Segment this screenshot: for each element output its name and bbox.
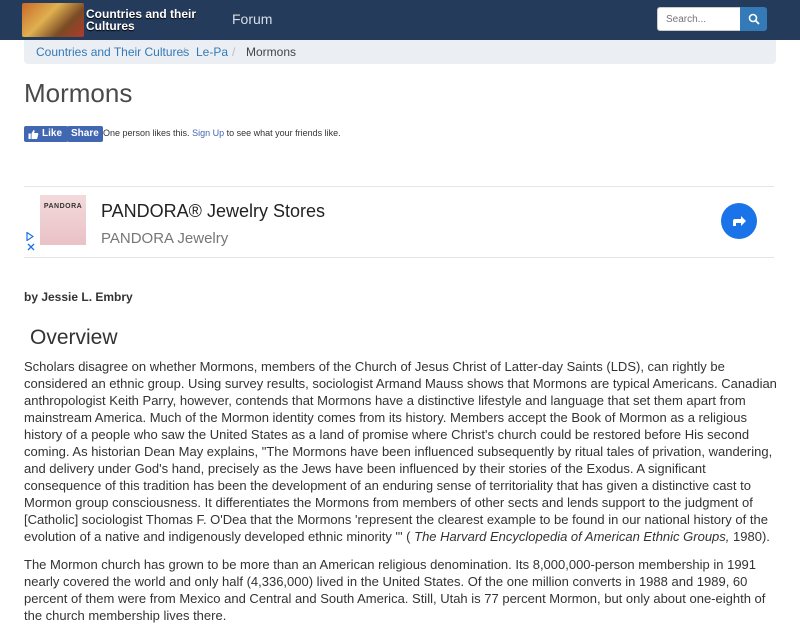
thumbs-up-icon (28, 129, 39, 139)
section-heading-overview: Overview (30, 326, 118, 349)
article-paragraph: Scholars disagree on whether Mormons, me… (24, 358, 780, 545)
breadcrumb-separator: / (232, 45, 236, 59)
advertisement-banner[interactable]: PANDORA PANDORA® Jewelry Stores PANDORA … (24, 186, 774, 258)
nav-forum-link[interactable]: Forum (232, 11, 272, 27)
paragraph-text: 1980). (729, 529, 770, 544)
search-button[interactable] (740, 7, 767, 31)
site-logo[interactable]: Countries and their Cultures (22, 3, 197, 37)
ad-close-icon[interactable] (27, 243, 35, 251)
top-navbar: Countries and their Cultures Forum (0, 0, 800, 40)
page-title: Mormons (24, 78, 133, 108)
citation-title: The Harvard Encyclopedia of American Eth… (414, 529, 730, 544)
author-byline: by Jessie L. Embry (24, 290, 133, 304)
breadcrumb: Countries and Their Cultures / Le-Pa / M… (24, 40, 776, 64)
breadcrumb-current: Mormons (246, 45, 297, 59)
facebook-signup-link[interactable]: Sign Up (192, 128, 224, 138)
facebook-share-button[interactable]: Share (67, 126, 103, 142)
breadcrumb-separator: / (182, 45, 186, 59)
directions-arrow-icon (733, 216, 746, 226)
breadcrumb-home-link[interactable]: Countries and Their Cultures (36, 40, 189, 64)
logo-text: Countries and their Cultures (86, 7, 197, 33)
facebook-like-button[interactable]: Like (24, 126, 69, 142)
ad-subtitle[interactable]: PANDORA Jewelry (101, 230, 228, 247)
breadcrumb-section-link[interactable]: Le-Pa (196, 40, 228, 64)
facebook-text-after: to see what your friends like. (226, 128, 341, 138)
logo-image (22, 3, 84, 37)
article-paragraph: The Mormon church has grown to be more t… (24, 557, 766, 623)
ad-title[interactable]: PANDORA® Jewelry Stores (101, 201, 325, 222)
search-icon (748, 13, 760, 25)
ad-choices-icon[interactable] (26, 232, 34, 241)
facebook-like-label: Like (42, 128, 63, 139)
ad-directions-button[interactable] (721, 203, 757, 239)
ad-logo: PANDORA (40, 195, 86, 245)
paragraph-text: Scholars disagree on whether Mormons, me… (24, 359, 777, 544)
search-input[interactable] (657, 7, 749, 31)
facebook-text-before: One person likes this. (103, 128, 190, 138)
facebook-like-count: One person likes this. Sign Up to see wh… (103, 128, 341, 138)
